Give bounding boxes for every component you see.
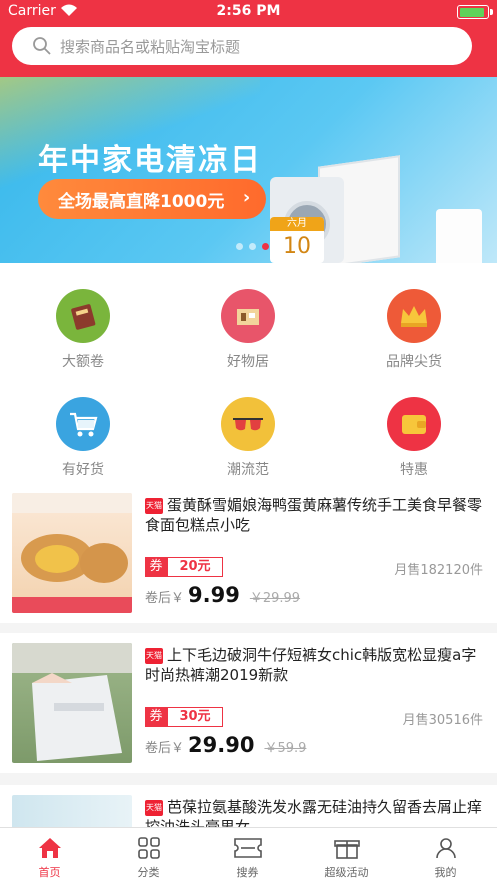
- home-icon: [0, 828, 99, 860]
- category-special-deals[interactable]: 特惠: [354, 397, 474, 479]
- original-price: ￥59.9: [264, 741, 307, 756]
- product-title: 天猫 蛋黄酥雪媚娘海鸭蛋黄麻薯传统手工美食早餐零食面包糕点小吃: [145, 495, 485, 535]
- tab-category[interactable]: 分类: [99, 828, 198, 883]
- carousel-dot[interactable]: [236, 243, 243, 250]
- product-title: 天猫 芭葆拉氨基酸洗发水露无硅油持久留香去屑止痒控油洗头膏男女: [145, 797, 485, 827]
- search-placeholder: 搜索商品名或粘贴淘宝标题: [60, 37, 241, 56]
- tab-label: 超级活动: [324, 866, 369, 879]
- product-image: [12, 643, 132, 763]
- price-row: 卷后￥ 29.90 ￥59.9: [145, 733, 306, 757]
- banner-cta-label: 全场最高直降1000元: [58, 191, 225, 212]
- coupon-tag[interactable]: 券 30元: [145, 707, 223, 727]
- price-row: 卷后￥ 9.99 ￥29.99: [145, 583, 300, 607]
- category-label: 品牌尖货: [386, 354, 442, 370]
- battery-icon: [457, 5, 493, 19]
- product-title-text: 上下毛边破洞牛仔短裤女chic韩版宽松显瘦a字时尚热裤潮2019新款: [145, 646, 477, 684]
- category-grid: 大额卷 好物居 品牌尖货 有好货 潮流范 特惠: [0, 263, 497, 483]
- category-label: 特惠: [400, 462, 428, 478]
- banner-title: 年中家电清凉日: [38, 143, 262, 178]
- category-brand-picks[interactable]: 品牌尖货: [354, 289, 474, 371]
- price: 9.99: [188, 583, 240, 607]
- tmall-badge: 天猫: [145, 498, 163, 514]
- tab-label: 分类: [137, 866, 160, 879]
- coupon-value: 20元: [167, 557, 223, 577]
- crown-icon: [387, 289, 441, 343]
- tab-coupon-search[interactable]: 搜券: [198, 828, 297, 883]
- category-trendy[interactable]: 潮流范: [188, 397, 308, 479]
- tab-super-events[interactable]: 超级活动: [297, 828, 396, 883]
- air-conditioner-image: [436, 209, 482, 263]
- app-header: Carrier 2:56 PM 搜索商品名或粘贴淘宝标题: [0, 0, 497, 77]
- coupon-tag[interactable]: 券 20元: [145, 557, 223, 577]
- bottom-tab-bar: 首页 分类 搜券 超级活动 我的: [0, 827, 497, 883]
- gift-icon: [297, 828, 396, 860]
- large-coupon-icon: [56, 289, 110, 343]
- product-title: 天猫 上下毛边破洞牛仔短裤女chic韩版宽松显瘦a字时尚热裤潮2019新款: [145, 645, 485, 685]
- category-label: 大额卷: [62, 354, 104, 370]
- coupon-icon: [198, 828, 297, 860]
- product-title-text: 蛋黄酥雪媚娘海鸭蛋黄麻薯传统手工美食早餐零食面包糕点小吃: [145, 496, 483, 534]
- category-home-goods[interactable]: 好物居: [188, 289, 308, 371]
- wallet-icon: [387, 397, 441, 451]
- coupon-value: 30元: [167, 707, 223, 727]
- search-icon: [24, 36, 60, 56]
- category-label: 好物居: [227, 354, 269, 370]
- tab-profile[interactable]: 我的: [396, 828, 495, 883]
- product-card[interactable]: 天猫 芭葆拉氨基酸洗发水露无硅油持久留香去屑止痒控油洗头膏男女: [0, 785, 497, 827]
- profile-icon: [396, 828, 495, 860]
- price: 29.90: [188, 733, 255, 757]
- tab-label: 我的: [434, 866, 457, 879]
- carousel-indicator[interactable]: [236, 243, 269, 250]
- category-large-coupon[interactable]: 大额卷: [23, 289, 143, 371]
- coupon-label: 券: [145, 707, 167, 727]
- monthly-sales: 月售30516件: [402, 713, 483, 728]
- calendar-day: 10: [283, 234, 311, 259]
- home-goods-icon: [221, 289, 275, 343]
- search-input[interactable]: 搜索商品名或粘贴淘宝标题: [12, 27, 472, 65]
- status-bar: Carrier 2:56 PM: [0, 0, 497, 24]
- tab-label: 首页: [38, 866, 61, 879]
- monthly-sales: 月售182120件: [394, 563, 483, 578]
- shopping-cart-icon: [56, 397, 110, 451]
- clock: 2:56 PM: [216, 3, 281, 19]
- product-image: [12, 493, 132, 613]
- category-label: 潮流范: [227, 462, 269, 478]
- sunglasses-icon: [221, 397, 275, 451]
- product-title-text: 芭葆拉氨基酸洗发水露无硅油持久留香去屑止痒控油洗头膏男女: [145, 798, 483, 827]
- tmall-badge: 天猫: [145, 648, 163, 664]
- price-label: 卷后￥: [145, 741, 185, 756]
- product-card[interactable]: 天猫 蛋黄酥雪媚娘海鸭蛋黄麻薯传统手工美食早餐零食面包糕点小吃 券 20元 月售1…: [0, 483, 497, 623]
- banner-cta-button[interactable]: 全场最高直降1000元 ›: [38, 179, 267, 219]
- price-label: 卷后￥: [145, 591, 185, 606]
- category-good-finds[interactable]: 有好货: [23, 397, 143, 479]
- original-price: ￥29.99: [249, 591, 301, 606]
- chevron-right-icon: ›: [242, 187, 251, 208]
- tmall-badge: 天猫: [145, 800, 163, 816]
- tab-label: 搜券: [236, 866, 259, 879]
- calendar-month: 六月: [270, 217, 324, 231]
- calendar-graphic: 六月 10: [270, 217, 324, 263]
- category-label: 有好货: [62, 462, 104, 478]
- carousel-dot[interactable]: [249, 243, 256, 250]
- product-image: [12, 795, 132, 827]
- tab-home[interactable]: 首页: [0, 828, 99, 883]
- carousel-dot-active[interactable]: [262, 243, 269, 250]
- grid-icon: [99, 828, 198, 860]
- promo-banner[interactable]: 年中家电清凉日 全场最高直降1000元 › 六月 10: [0, 77, 497, 263]
- product-card[interactable]: 天猫 上下毛边破洞牛仔短裤女chic韩版宽松显瘦a字时尚热裤潮2019新款 券 3…: [0, 633, 497, 773]
- coupon-label: 券: [145, 557, 167, 577]
